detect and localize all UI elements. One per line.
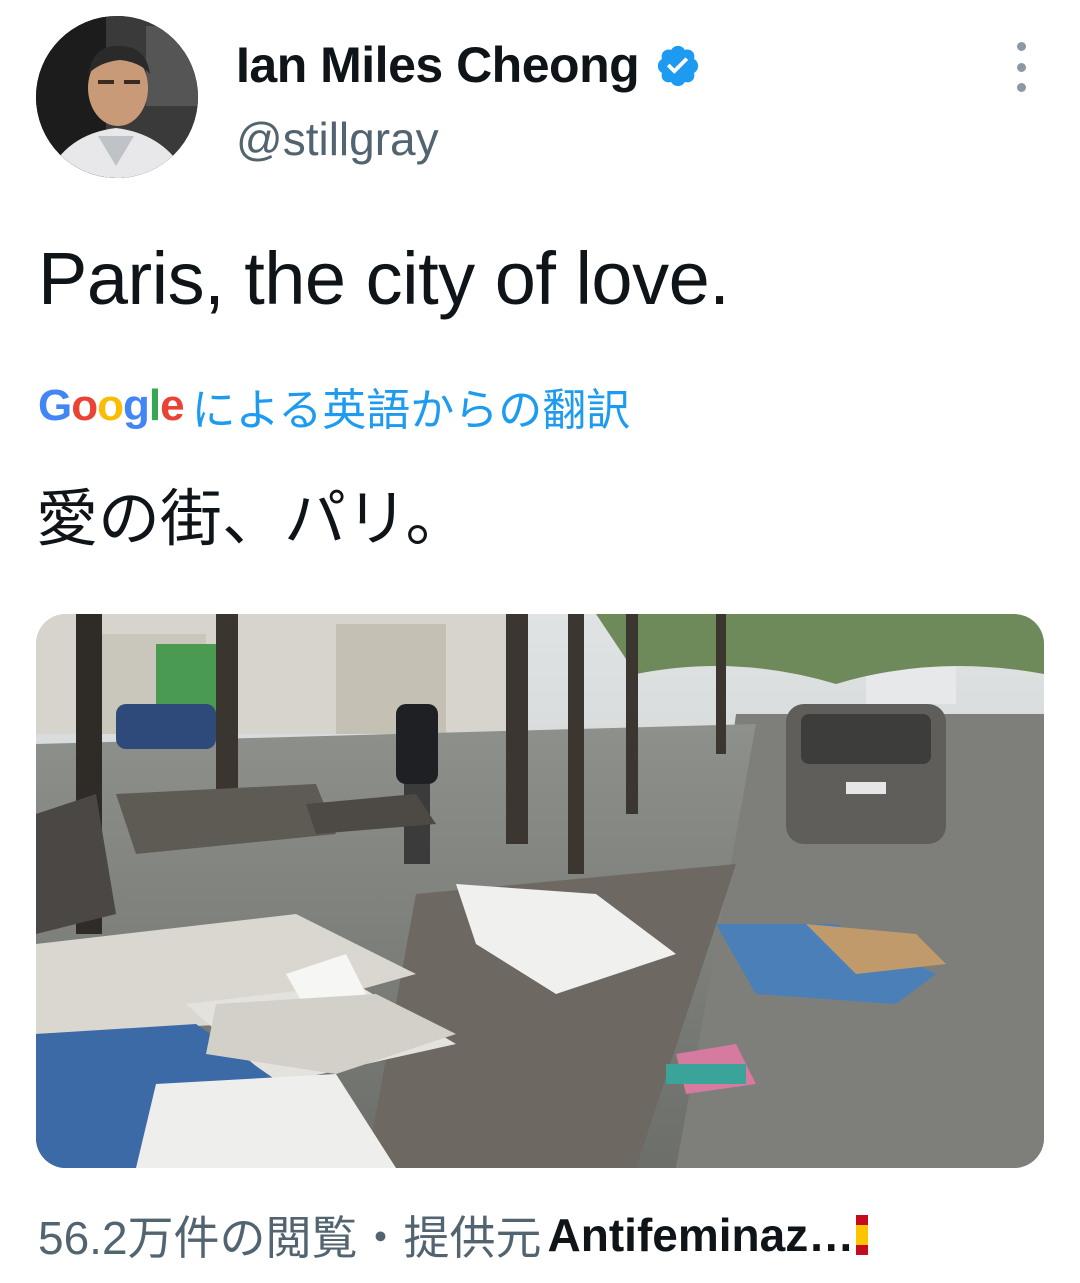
tweet-media[interactable]: [36, 614, 1044, 1168]
separator: ・: [357, 1212, 404, 1264]
verified-badge-icon: [658, 45, 699, 87]
translation-attribution[interactable]: Google による英語からの翻訳: [38, 376, 630, 436]
author-name-row[interactable]: Ian Miles Cheong: [236, 30, 701, 100]
more-options-icon[interactable]: [1006, 42, 1036, 92]
translated-text: 愛の街、パリ。: [36, 485, 468, 554]
author-name[interactable]: Ian Miles Cheong: [236, 36, 640, 94]
translation-label: による英語からの翻訳: [191, 386, 631, 435]
tweet-text: Paris, the city of love.: [38, 237, 730, 320]
profile-photo-icon: [36, 16, 198, 178]
view-count: 56.2万件の閲覧: [38, 1212, 358, 1264]
source-label: 提供元: [403, 1212, 542, 1264]
spain-flag-icon: [856, 1215, 869, 1255]
tweet-footer: 56.2万件の閲覧 ・ 提供元 Antifeminaz…: [38, 1202, 869, 1268]
author-handle[interactable]: @stillgray: [236, 112, 439, 166]
avatar[interactable]: [36, 16, 198, 178]
google-logo: Google: [38, 381, 185, 430]
source-account-link[interactable]: Antifeminaz…: [548, 1208, 855, 1262]
street-scene-image-icon: [36, 614, 1044, 1168]
